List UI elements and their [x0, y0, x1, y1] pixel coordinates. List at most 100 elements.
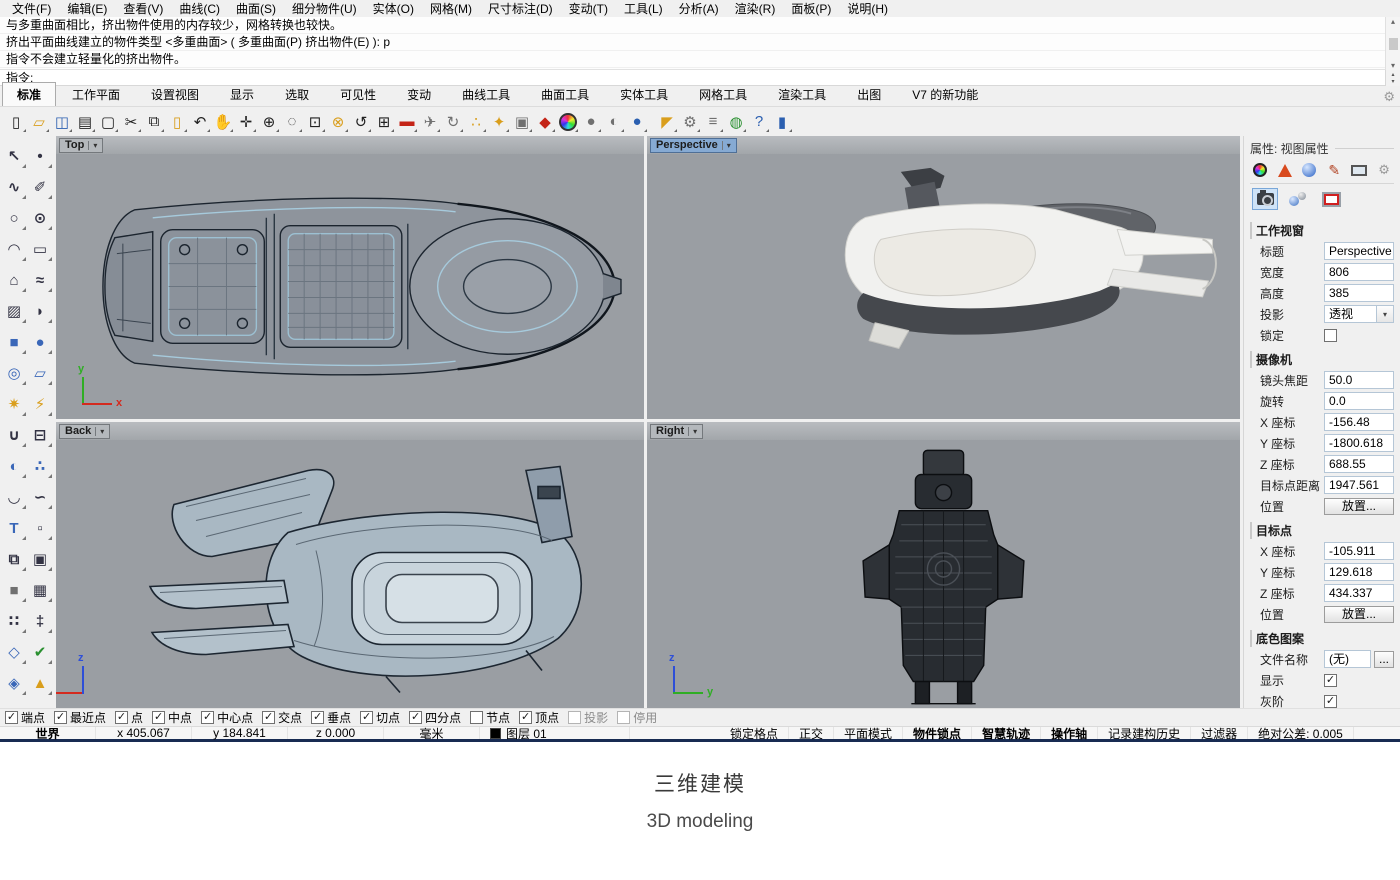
torus-icon[interactable]: ◎ — [2, 361, 26, 385]
box-icon[interactable]: ■ — [2, 330, 26, 354]
clipping-rect-icon[interactable] — [1318, 188, 1344, 210]
fillet-curve-icon[interactable]: ◡ — [2, 485, 26, 509]
snap-knot[interactable]: 节点 — [470, 709, 510, 726]
viewport-height-input[interactable]: 385 — [1324, 284, 1394, 302]
browse-button[interactable]: ... — [1374, 651, 1394, 668]
undo-view-icon[interactable]: ↺ — [350, 111, 372, 133]
checkbox[interactable]: ✓ — [152, 711, 165, 724]
rectangle-icon[interactable]: ▭ — [28, 237, 52, 261]
spin-up-icon[interactable]: ▴ — [1391, 71, 1394, 78]
mesh-grid-icon[interactable]: ▦ — [28, 578, 52, 602]
grid-snap-toggle[interactable]: 锁定格点 — [720, 727, 789, 739]
point-cloud-icon[interactable]: ∴ — [28, 454, 52, 478]
menu-view[interactable]: 查看(V) — [115, 0, 171, 18]
snap-vertex[interactable]: ✓顶点 — [519, 709, 559, 726]
panel-gear-icon[interactable]: ⚙ — [1376, 161, 1392, 179]
viewport-perspective-title-tab[interactable]: Perspective ▾ — [650, 138, 737, 153]
checkbox[interactable]: ✓ — [311, 711, 324, 724]
unit-pane[interactable]: 毫米 — [384, 727, 480, 739]
tab-solid-tools[interactable]: 实体工具 — [605, 82, 683, 106]
surface-plane-icon[interactable]: ▱ — [28, 361, 52, 385]
snap-center[interactable]: ✓中心点 — [201, 709, 253, 726]
planar-toggle[interactable]: 平面模式 — [834, 727, 903, 739]
viewport-back-title-tab[interactable]: Back ▾ — [59, 424, 110, 439]
absolute-tolerance[interactable]: 绝对公差: 0.005 — [1248, 727, 1354, 739]
menu-edit[interactable]: 编辑(E) — [59, 0, 115, 18]
surface-patch-icon[interactable]: ▨ — [2, 299, 26, 323]
checkbox[interactable]: ✓ — [201, 711, 214, 724]
select-arrow-icon[interactable]: ↖ — [2, 144, 26, 168]
viewport-top-canvas[interactable]: y x — [56, 154, 644, 419]
filter-toggle[interactable]: 过滤器 — [1191, 727, 1248, 739]
shade-mode-icon[interactable]: ◈ — [2, 671, 26, 695]
join-icon[interactable]: ∪ — [2, 423, 26, 447]
projection-select[interactable]: 透视 — [1324, 305, 1377, 323]
named-view-icon[interactable]: ✈ — [419, 111, 441, 133]
check-objects-icon[interactable]: ✔ — [28, 640, 52, 664]
command-spinner[interactable]: ▴ ▾ — [1385, 70, 1400, 86]
chevron-down-icon[interactable]: ▾ — [688, 427, 697, 436]
scroll-down-icon[interactable]: ▾ — [1391, 61, 1395, 70]
scrollbar-thumb[interactable] — [1389, 38, 1398, 50]
blend-adjust-icon[interactable]: ∽ — [28, 485, 52, 509]
tabbar-gear-icon[interactable]: ⚙ — [1383, 89, 1395, 105]
checkbox[interactable] — [568, 711, 581, 724]
zoom-dynamic-icon[interactable]: ◌ — [281, 111, 303, 133]
block-instance-icon[interactable]: ▣ — [28, 547, 52, 571]
tab-set-view[interactable]: 设置视图 — [136, 82, 214, 106]
menu-help[interactable]: 说明(H) — [839, 0, 896, 18]
options-gears-icon[interactable]: ⚙ — [679, 111, 701, 133]
flag-icon[interactable]: ◤ — [656, 111, 678, 133]
rotation-input[interactable]: 0.0 — [1324, 392, 1394, 410]
rotate-circle-icon[interactable]: ↻ — [442, 111, 464, 133]
explode-icon[interactable]: ✷ — [2, 392, 26, 416]
ghosted-sphere-icon[interactable]: ◐ — [603, 111, 625, 133]
wallpaper-filename-input[interactable]: (无) — [1324, 650, 1371, 668]
snap-near[interactable]: ✓最近点 — [54, 709, 106, 726]
copy-icon[interactable]: ⧉ — [143, 111, 165, 133]
target-y-input[interactable]: 129.618 — [1324, 563, 1394, 581]
pan-view-icon[interactable]: ✋ — [212, 111, 234, 133]
lights-icon[interactable] — [1285, 188, 1311, 210]
material-cone-icon[interactable] — [1277, 161, 1293, 179]
checkbox[interactable] — [470, 711, 483, 724]
cut-icon[interactable]: ✂ — [120, 111, 142, 133]
clamp-icon[interactable]: ‡ — [28, 609, 52, 633]
target-z-input[interactable]: 434.337 — [1324, 584, 1394, 602]
chevron-down-icon[interactable]: ▾ — [722, 141, 731, 150]
single-point-icon[interactable]: • — [28, 144, 52, 168]
smarttrack-toggle[interactable]: 智慧轨迹 — [972, 727, 1041, 739]
tab-render-tools[interactable]: 渲染工具 — [763, 82, 841, 106]
snap-disable[interactable]: 停用 — [617, 709, 657, 726]
camera-y-input[interactable]: -1800.618 — [1324, 434, 1394, 452]
split-icon[interactable]: ⊟ — [28, 423, 52, 447]
zoom-in-icon[interactable]: ⊕ — [258, 111, 280, 133]
menu-file[interactable]: 文件(F) — [4, 0, 59, 18]
target-place-button[interactable]: 放置... — [1324, 606, 1394, 623]
zoom-window-icon[interactable]: ⊡ — [304, 111, 326, 133]
chevron-down-icon[interactable]: ▾ — [1377, 305, 1394, 323]
help-icon[interactable]: ? — [748, 111, 770, 133]
checkbox[interactable] — [617, 711, 630, 724]
checkbox[interactable]: ✓ — [519, 711, 532, 724]
pyramid-icon[interactable]: ▲ — [28, 671, 52, 695]
layer-pane[interactable]: 图层 01 — [480, 727, 630, 739]
checkbox[interactable]: ✓ — [360, 711, 373, 724]
polygon-icon[interactable]: ⌂ — [2, 268, 26, 292]
checkbox[interactable]: ✓ — [54, 711, 67, 724]
arc-icon[interactable]: ◠ — [2, 237, 26, 261]
chevron-down-icon[interactable]: ▾ — [88, 141, 97, 150]
camera-x-input[interactable]: -156.48 — [1324, 413, 1394, 431]
surface-bend-icon[interactable]: ◗ — [28, 299, 52, 323]
menu-curve[interactable]: 曲线(C) — [171, 0, 228, 18]
tab-surface-tools[interactable]: 曲面工具 — [526, 82, 604, 106]
print-icon[interactable]: ▤ — [74, 111, 96, 133]
ellipse-icon[interactable]: ⊙ — [28, 206, 52, 230]
camera-place-button[interactable]: 放置... — [1324, 498, 1394, 515]
text-object-icon[interactable]: T — [2, 516, 26, 540]
target-x-input[interactable]: -105.911 — [1324, 542, 1394, 560]
display-mode-car-icon[interactable]: ▬ — [396, 111, 418, 133]
menu-analyze[interactable]: 分析(A) — [671, 0, 727, 18]
viewport-perspective[interactable]: Perspective ▾ — [647, 136, 1240, 419]
new-file-icon[interactable]: ▯ — [5, 111, 27, 133]
